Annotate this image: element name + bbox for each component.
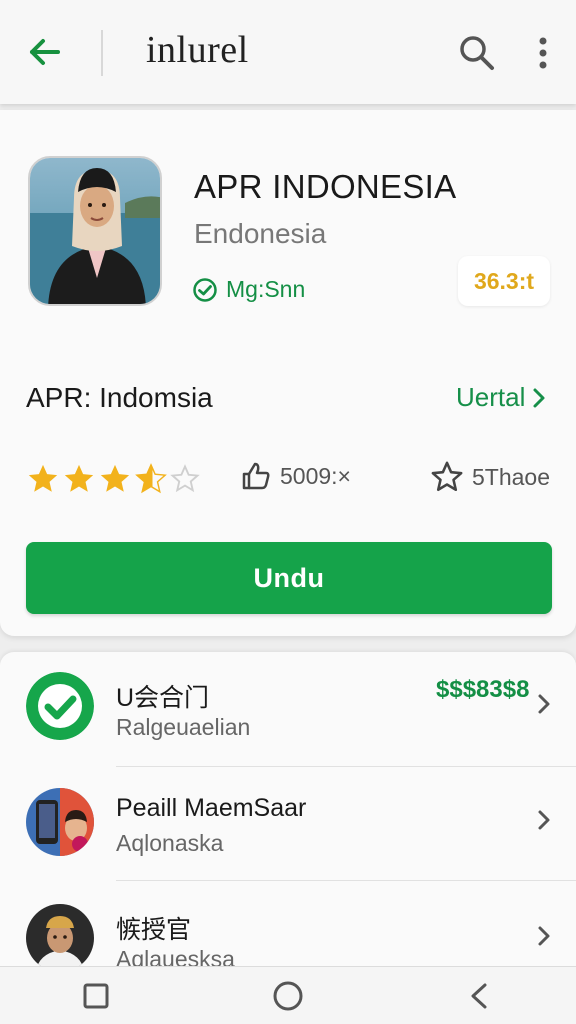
star-half-icon xyxy=(135,463,167,494)
detail-link-label: Uertal xyxy=(456,382,526,412)
app-subtitle: Endonesia xyxy=(194,218,327,249)
person-portrait-image xyxy=(30,158,160,304)
chevron-right-icon xyxy=(532,806,556,834)
star-empty-icon xyxy=(170,464,200,493)
download-button-label: Undu xyxy=(253,562,325,593)
verified-label: Mg:Snn xyxy=(226,276,306,302)
thumbs-up-icon xyxy=(242,462,270,490)
list-item-title: 愱授官 xyxy=(116,916,192,944)
circle-icon xyxy=(273,981,303,1010)
chevron-right-icon xyxy=(532,690,556,718)
app-detail-card: APR INDONESIA Endonesia Mg:Snn 36.3:t AP… xyxy=(0,110,576,636)
score-badge: 36.3:t xyxy=(458,256,550,306)
likes-label: 5009:× xyxy=(280,462,351,489)
more-vertical-icon xyxy=(539,37,547,69)
chevron-right-icon xyxy=(533,388,545,407)
list-item-title: U会合门 xyxy=(116,684,210,712)
detail-link[interactable]: Uertal xyxy=(456,382,547,413)
chevron-right-icon xyxy=(532,922,556,950)
list-item[interactable]: U会合门 Ralgeuaelian $$$83$8 xyxy=(0,652,576,764)
section-label: APR: Indomsia xyxy=(26,382,213,413)
overflow-menu-button[interactable] xyxy=(528,30,558,76)
search-icon xyxy=(460,36,494,70)
avatar xyxy=(26,788,94,856)
avatar xyxy=(26,904,94,972)
list-item[interactable]: 愱授官 Aqlauesksa xyxy=(0,884,576,972)
score-value: 36.3:t xyxy=(473,267,535,294)
top-app-bar: inlurel xyxy=(0,0,576,104)
toolbar-divider xyxy=(101,30,103,76)
favorite-count[interactable]: 5Thaoe xyxy=(430,460,550,494)
recents-button[interactable] xyxy=(66,971,126,1021)
list-item-title: Peaill MaemSaar xyxy=(116,794,307,822)
list-divider xyxy=(116,766,576,767)
nav-back-button[interactable] xyxy=(450,971,510,1021)
star-outline-icon xyxy=(431,461,463,492)
list-item-subtitle: Ralgeuaelian xyxy=(116,714,251,740)
check-circle-icon xyxy=(26,672,94,740)
app-screen: inlurel APR INDONESIA Endonesia Mg:Snn 3… xyxy=(0,0,576,1024)
check-circle-outline-icon xyxy=(193,277,217,302)
system-nav-bar xyxy=(0,966,576,1024)
triangle-back-icon xyxy=(471,983,487,1008)
search-button[interactable] xyxy=(454,30,500,76)
verified-badge: Mg:Snn xyxy=(192,276,305,303)
list-item-price: $$$83$8 xyxy=(436,676,530,703)
list-divider xyxy=(116,880,576,881)
download-button[interactable]: Undu xyxy=(26,542,552,614)
star-icon xyxy=(64,464,94,492)
list-item[interactable]: Peaill MaemSaar Aqlonaska xyxy=(0,768,576,880)
app-title: inlurel xyxy=(146,29,249,71)
list-item-subtitle: Aqlonaska xyxy=(116,830,224,856)
related-list: U会合门 Ralgeuaelian $$$83$8 Peaill MaemSaa… xyxy=(0,652,576,972)
profile-photo xyxy=(28,156,162,306)
app-name: APR INDONESIA xyxy=(194,168,457,205)
back-button[interactable] xyxy=(22,30,66,74)
home-button[interactable] xyxy=(258,971,318,1021)
square-icon xyxy=(83,983,109,1008)
likes-count[interactable]: 5009:× xyxy=(240,460,351,492)
favorite-label: 5Thaoe xyxy=(472,463,551,490)
star-icon xyxy=(28,464,58,492)
star-icon xyxy=(100,464,130,492)
rating-row: 5009:× 5Thaoe xyxy=(26,460,556,500)
star-rating xyxy=(26,462,200,496)
arrow-left-icon xyxy=(30,39,60,65)
